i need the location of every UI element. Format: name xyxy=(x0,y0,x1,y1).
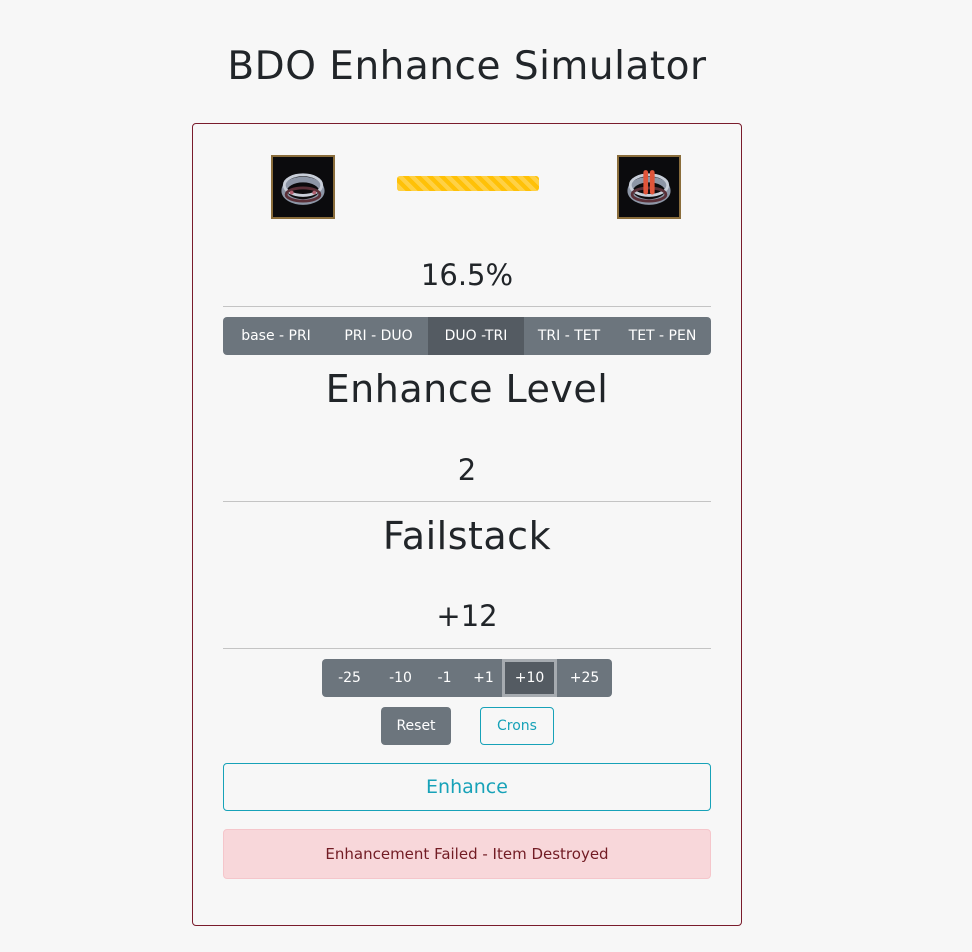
reset-button[interactable]: Reset xyxy=(381,707,451,745)
enhance-button[interactable]: Enhance xyxy=(223,763,711,811)
tier-button-duo-tri[interactable]: DUO -TRI xyxy=(428,317,524,355)
page-title: BDO Enhance Simulator xyxy=(227,44,707,89)
tier-button-tri-tet[interactable]: TRI - TET xyxy=(524,317,614,355)
failstack-plus-25-button[interactable]: +25 xyxy=(557,659,612,697)
result-alert: Enhancement Failed - Item Destroyed xyxy=(223,829,711,879)
crons-button[interactable]: Crons xyxy=(480,707,554,745)
failstack-plus-10-button[interactable]: +10 xyxy=(502,659,557,697)
tier-selector: base - PRI PRI - DUO DUO -TRI TRI - TET … xyxy=(223,317,711,355)
failstack-value: +12 xyxy=(436,599,498,633)
failstack-minus-1-button[interactable]: -1 xyxy=(424,659,465,697)
failstack-adjust-group: -25 -10 -1 +1 +10 +25 xyxy=(322,659,612,697)
ring-enhanced-icon xyxy=(619,157,679,217)
enhance-level-heading: Enhance Level xyxy=(325,367,609,411)
progress-fill xyxy=(397,176,539,191)
enhance-level-value: 2 xyxy=(457,453,477,487)
success-chance: 16.5% xyxy=(420,258,514,292)
enhance-progress-bar xyxy=(397,176,539,191)
tier-button-pri-duo[interactable]: PRI - DUO xyxy=(329,317,428,355)
failstack-heading: Failstack xyxy=(382,514,552,558)
failstack-plus-1-button[interactable]: +1 xyxy=(465,659,502,697)
failstack-minus-10-button[interactable]: -10 xyxy=(377,659,424,697)
tier-button-base-pri[interactable]: base - PRI xyxy=(223,317,329,355)
tier-button-tet-pen[interactable]: TET - PEN xyxy=(614,317,711,355)
current-item-icon xyxy=(271,155,335,219)
divider xyxy=(223,306,711,307)
next-item-icon xyxy=(617,155,681,219)
failstack-minus-25-button[interactable]: -25 xyxy=(322,659,377,697)
ring-icon xyxy=(273,157,333,217)
divider xyxy=(223,501,711,502)
simulator-card: 16.5% base - PRI PRI - DUO DUO -TRI TRI … xyxy=(192,123,742,926)
divider xyxy=(223,648,711,649)
